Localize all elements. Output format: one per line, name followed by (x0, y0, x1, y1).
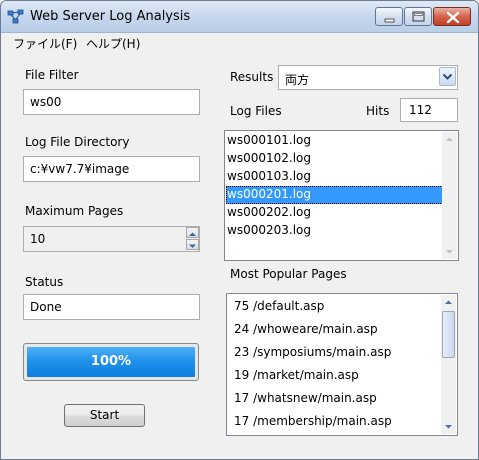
maximum-pages-value: 10 (30, 232, 46, 246)
list-item[interactable]: 19 /market/main.asp (228, 367, 440, 385)
status-label: Status (25, 275, 64, 289)
progress-text: 100% (90, 354, 132, 369)
maximize-button[interactable] (404, 7, 432, 26)
spinner-buttons (186, 227, 199, 251)
list-item[interactable]: ws000202.log (226, 204, 443, 222)
file-filter-label: File Filter (25, 68, 79, 82)
arrow-down-icon (445, 425, 452, 429)
hits-field: 112 (400, 98, 458, 122)
maximize-icon (412, 11, 425, 22)
close-icon (446, 11, 460, 24)
hits-label: Hits (366, 104, 390, 118)
results-selected-value: 両方 (285, 73, 310, 87)
scroll-down-button[interactable] (442, 244, 457, 259)
main-window: Web Server Log Analysis ファイル(F) ヘルプ(H) F… (0, 0, 479, 460)
spin-up-button[interactable] (186, 227, 199, 238)
arrow-down-icon (189, 244, 196, 248)
popular-pages-list[interactable]: 75 /default.asp 24 /whoweare/main.asp 23… (226, 293, 458, 436)
popular-pages-label: Most Popular Pages (230, 267, 347, 281)
arrow-up-icon (189, 232, 196, 236)
status-field: Done (23, 294, 200, 320)
minimize-button[interactable] (375, 7, 403, 26)
list-item-selected[interactable]: ws000201.log (226, 186, 443, 204)
list-item[interactable]: ws000203.log (226, 222, 443, 240)
list-item[interactable]: 75 /default.asp (228, 298, 440, 316)
log-directory-input[interactable]: c:¥vw7.7¥image (23, 156, 200, 182)
menu-help[interactable]: ヘルプ(H) (86, 35, 140, 52)
close-button[interactable] (433, 7, 471, 26)
list-item[interactable]: 17 /membership/main.asp (228, 413, 440, 431)
list-item[interactable]: ws000102.log (226, 150, 443, 168)
arrow-up-icon (445, 300, 452, 304)
maximum-pages-spinner[interactable]: 10 (23, 226, 200, 252)
spin-down-button[interactable] (186, 239, 199, 250)
results-dropdown[interactable]: 両方 (278, 65, 458, 90)
scrollbar-thumb[interactable] (442, 311, 455, 358)
file-filter-input[interactable]: ws00 (23, 89, 200, 115)
scroll-down-button[interactable] (441, 419, 456, 434)
minimize-icon (384, 18, 395, 23)
list-item[interactable]: 17 /whatsnew/main.asp (228, 390, 440, 408)
popular-pages-scrollbar[interactable] (441, 295, 456, 434)
list-item[interactable]: 23 /symposiums/main.asp (228, 344, 440, 362)
window-title: Web Server Log Analysis (30, 9, 191, 24)
menu-file[interactable]: ファイル(F) (13, 35, 77, 52)
arrow-down-icon (446, 250, 453, 254)
arrow-up-icon (446, 137, 453, 141)
list-item[interactable]: ws000101.log (226, 132, 443, 150)
menu-bar: ファイル(F) ヘルプ(H) (1, 33, 478, 53)
log-files-label: Log Files (230, 104, 282, 118)
log-files-scrollbar[interactable] (442, 132, 457, 259)
dropdown-button[interactable] (439, 67, 456, 86)
progress-bar: 100% (23, 343, 199, 381)
start-button[interactable]: Start (64, 404, 145, 427)
scroll-up-button[interactable] (441, 295, 456, 310)
maximum-pages-label: Maximum Pages (25, 204, 124, 218)
log-directory-label: Log File Directory (25, 135, 130, 149)
log-files-list[interactable]: ws000101.log ws000102.log ws000103.log w… (224, 130, 459, 261)
title-bar[interactable]: Web Server Log Analysis (1, 1, 478, 33)
chevron-down-icon (442, 73, 453, 80)
results-label: Results (230, 70, 274, 84)
scroll-up-button[interactable] (442, 132, 457, 147)
list-item[interactable]: ws000103.log (226, 168, 443, 186)
app-icon (7, 9, 24, 24)
list-item[interactable]: 24 /whoweare/main.asp (228, 321, 440, 339)
